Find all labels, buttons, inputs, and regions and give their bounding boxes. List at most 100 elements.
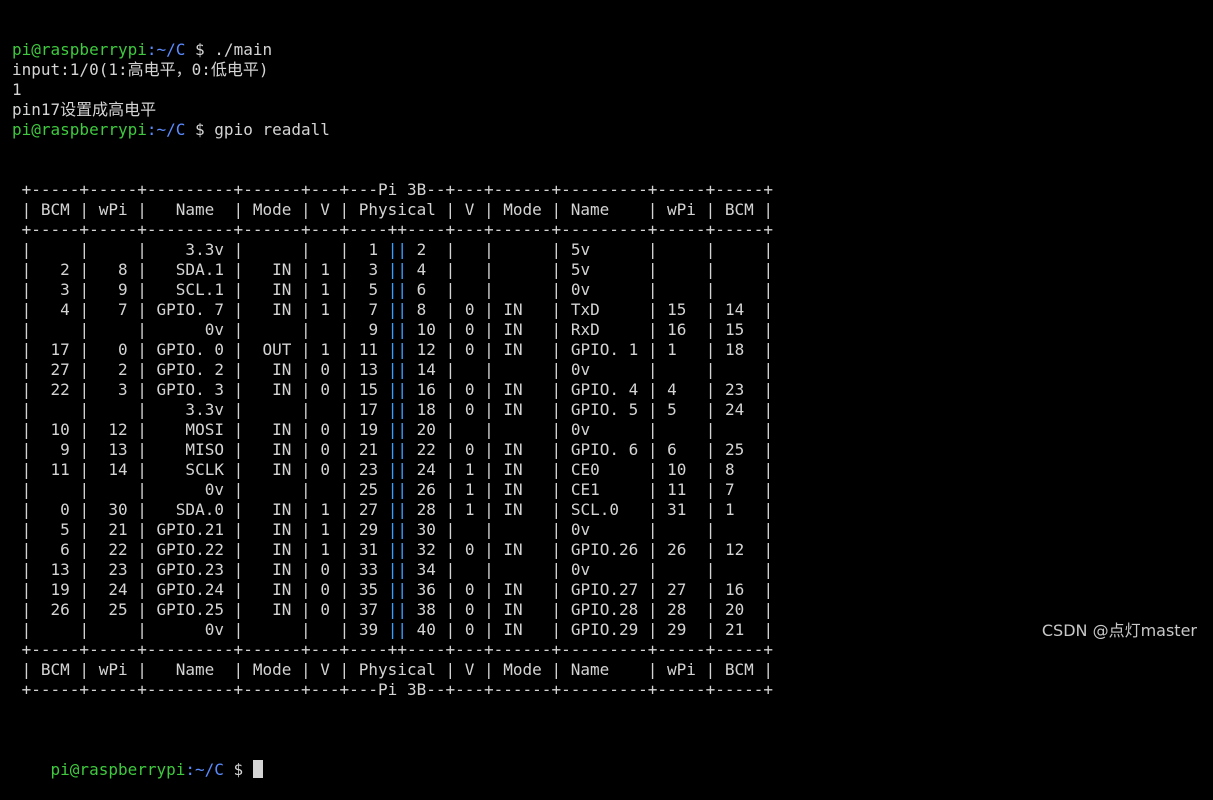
cell-physical-right: 16 (416, 380, 436, 399)
cell-bcm-right: 21 (724, 620, 754, 639)
current-prompt-line[interactable]: pi@raspberrypi:~/C $ (12, 740, 1202, 779)
cell-name-right: GPIO.27 (570, 580, 639, 599)
cell-name-left: GPIO. 0 (156, 340, 224, 359)
cell-name-left: 0v (156, 320, 224, 339)
cell-bcm-left: 2 (40, 260, 70, 279)
cell-physical-left: 9 (358, 320, 379, 339)
cell-bcm-right: 23 (724, 380, 754, 399)
cell-physical-left: 37 (358, 600, 379, 619)
text-cursor[interactable] (252, 760, 263, 778)
cell-name-left: SCL.1 (156, 280, 224, 299)
cell-name-left: GPIO.22 (156, 540, 224, 559)
cell-wpi-left: 2 (98, 360, 128, 379)
cell-physical-left: 21 (358, 440, 379, 459)
cell-v-right: 0 (464, 440, 475, 459)
prompt-user-host: pi@raspberrypi (12, 120, 147, 139)
cell-bcm-right (725, 520, 754, 539)
cell-bcm-left (41, 320, 70, 339)
cell-bcm-left: 0 (40, 500, 70, 519)
cell-v-right (465, 560, 475, 579)
cell-mode-left: IN (252, 300, 292, 319)
cell-bcm-left: 22 (40, 380, 70, 399)
cell-physical-left: 11 (358, 340, 379, 359)
cell-physical-right: 24 (416, 460, 436, 479)
cell-bcm-right (725, 420, 754, 439)
cell-bcm-right: 7 (724, 480, 754, 499)
prompt-path: :~/C (146, 120, 186, 139)
table-row: | 9 | 13 | MISO | IN | 0 | 21 || 22 | 0 … (12, 440, 774, 459)
cell-physical-right: 36 (416, 580, 436, 599)
prompt-symbol: $ (223, 760, 253, 779)
cell-name-left: GPIO. 7 (156, 300, 224, 319)
cell-v-left: 0 (320, 360, 330, 379)
cell-v-left (320, 620, 330, 639)
output-line: pin17设置成高电平 (12, 100, 157, 119)
cell-bcm-left: 19 (40, 580, 70, 599)
cell-v-right: 1 (464, 460, 475, 479)
cell-wpi-left (99, 620, 128, 639)
prompt-symbol: $ (185, 40, 215, 59)
cell-bcm-left: 6 (40, 540, 70, 559)
cell-physical-right: 38 (416, 600, 436, 619)
prompt-symbol: $ (185, 120, 215, 139)
cell-v-right: 0 (464, 620, 475, 639)
cell-mode-right: IN (503, 600, 542, 619)
table-row: | 0 | 30 | SDA.0 | IN | 1 | 27 || 28 | 1… (12, 500, 774, 519)
cell-name-right: GPIO. 1 (570, 340, 639, 359)
cell-mode-right (503, 420, 542, 439)
cell-wpi-left: 30 (98, 500, 128, 519)
cell-wpi-left: 25 (98, 600, 128, 619)
cell-v-left: 0 (320, 440, 330, 459)
output-line: 1 (12, 80, 22, 99)
cell-mode-left: IN (252, 460, 292, 479)
cell-wpi-left (99, 400, 128, 419)
cell-wpi-left: 14 (98, 460, 128, 479)
cell-bcm-right (725, 360, 754, 379)
table-row: | 19 | 24 | GPIO.24 | IN | 0 | 35 || 36 … (12, 580, 774, 599)
cell-physical-right: 40 (416, 620, 436, 639)
terminal-window[interactable]: pi@raspberrypi:~/C $ ./main input:1/0(1:高… (12, 0, 1202, 780)
cell-name-left: 3.3v (156, 400, 224, 419)
cell-bcm-right: 18 (724, 340, 754, 359)
cell-wpi-left: 22 (98, 540, 128, 559)
cell-physical-left: 3 (358, 260, 379, 279)
cell-wpi-right (667, 520, 696, 539)
table-row: | 11 | 14 | SCLK | IN | 0 | 23 || 24 | 1… (12, 460, 774, 479)
prompt-path: :~/C (146, 40, 186, 59)
cell-bcm-left: 27 (40, 360, 70, 379)
cell-v-left: 0 (320, 580, 330, 599)
cell-v-right: 0 (464, 380, 475, 399)
table-row: | 26 | 25 | GPIO.25 | IN | 0 | 37 || 38 … (12, 600, 774, 619)
cell-mode-right: IN (503, 340, 542, 359)
cell-bcm-left: 5 (40, 520, 70, 539)
cell-physical-right: 18 (416, 400, 436, 419)
cell-mode-right: IN (503, 380, 542, 399)
physical-divider: || (387, 400, 408, 419)
cell-name-right: GPIO.29 (570, 620, 639, 639)
cell-v-left (320, 400, 330, 419)
cell-mode-left: IN (252, 560, 292, 579)
cell-name-left: SDA.1 (156, 260, 224, 279)
gpio-readall-table: +-----+-----+---------+------+---+---Pi … (12, 180, 1202, 700)
table-separator: +-----+-----+---------+------+---+----++… (12, 220, 773, 239)
cell-v-left (320, 480, 330, 499)
cell-wpi-left: 3 (98, 380, 128, 399)
physical-divider: || (387, 620, 408, 639)
physical-divider: || (387, 540, 408, 559)
cell-mode-right: IN (503, 320, 542, 339)
cell-mode-left (253, 240, 292, 259)
cell-v-right (465, 240, 475, 259)
physical-divider: || (387, 260, 408, 279)
cell-mode-left (253, 480, 292, 499)
cell-bcm-right: 25 (724, 440, 754, 459)
cell-v-left: 0 (320, 460, 330, 479)
cell-wpi-left: 9 (98, 280, 128, 299)
cell-v-right: 0 (464, 320, 475, 339)
terminal-output-history: pi@raspberrypi:~/C $ ./main input:1/0(1:高… (12, 40, 1202, 140)
cell-name-right: 0v (570, 280, 639, 299)
cell-name-right: SCL.0 (570, 500, 639, 519)
cell-v-left: 1 (320, 540, 330, 559)
output-line: input:1/0(1:高电平，0:低电平) (12, 60, 269, 79)
cell-v-left: 1 (320, 520, 330, 539)
cell-name-right: RxD (570, 320, 639, 339)
